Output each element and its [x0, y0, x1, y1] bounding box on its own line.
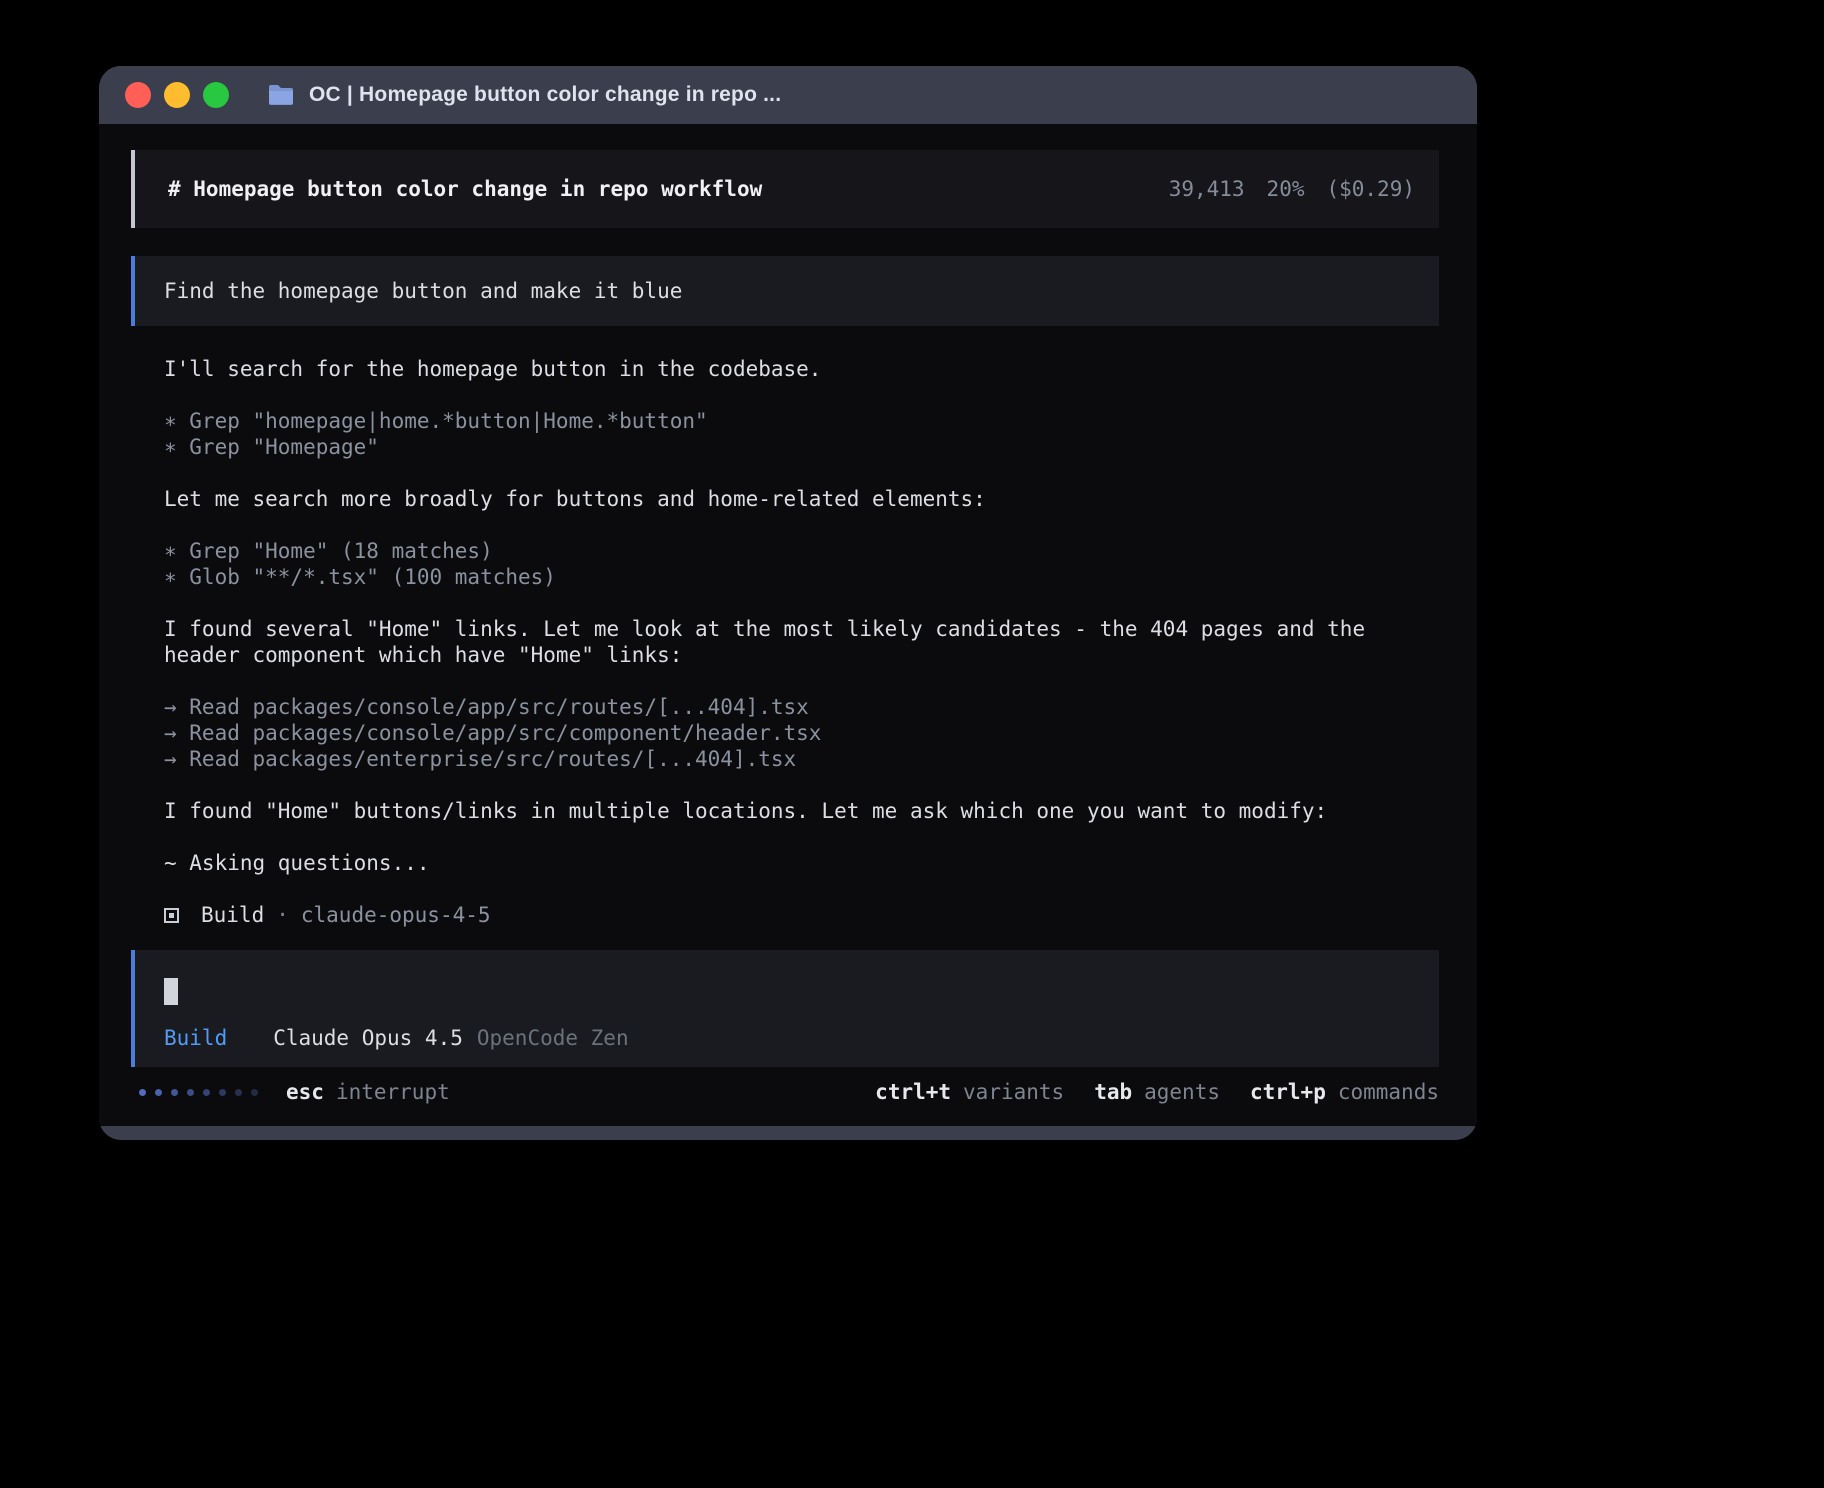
shortcut-agents: tabagents [1094, 1079, 1220, 1105]
esc-key-hint: esc [286, 1079, 324, 1105]
session-cost: ($0.29) [1326, 177, 1415, 201]
window-title: OC | Homepage button color change in rep… [309, 83, 781, 107]
transcript: I'll search for the homepage button in t… [164, 356, 1390, 928]
user-message: Find the homepage button and make it blu… [131, 256, 1439, 326]
assistant-paragraph: I'll search for the homepage button in t… [164, 356, 1390, 382]
titlebar[interactable]: OC | Homepage button color change in rep… [99, 66, 1477, 124]
agent-model: claude-opus-4-5 [301, 902, 491, 928]
text-cursor [164, 978, 178, 1005]
session-title: # Homepage button color change in repo w… [168, 176, 762, 202]
traffic-lights [125, 82, 229, 108]
agent-icon [164, 908, 179, 923]
status-bar: esc interrupt ctrl+tvariants tabagents c… [131, 1079, 1439, 1105]
context-percent: 20% [1267, 177, 1305, 201]
desktop: OC | Homepage button color change in rep… [0, 0, 1824, 1488]
terminal-body: # Homepage button color change in repo w… [99, 124, 1477, 1126]
assistant-paragraph: Let me search more broadly for buttons a… [164, 486, 1390, 512]
separator-dot: · [276, 902, 289, 928]
close-button[interactable] [125, 82, 151, 108]
folder-icon [267, 83, 295, 107]
esc-key-label: interrupt [336, 1079, 450, 1105]
provider-name: OpenCode Zen [477, 1026, 629, 1050]
mode-indicator[interactable]: Build [164, 1026, 227, 1050]
tool-call-glob: ∗ Glob "**/*.tsx" (100 matches) [164, 564, 1390, 590]
shortcut-commands: ctrl+pcommands [1250, 1079, 1439, 1105]
tool-call-read: → Read packages/enterprise/src/routes/[.… [164, 746, 1390, 772]
minimize-button[interactable] [164, 82, 190, 108]
model-name[interactable]: Claude Opus 4.5 [273, 1026, 463, 1050]
status-asking-questions: ~ Asking questions... [164, 850, 1390, 876]
tool-call-grep: ∗ Grep "Homepage" [164, 434, 1390, 460]
session-stats: 39,413 20% ($0.29) [1147, 176, 1415, 202]
tool-call-read: → Read packages/console/app/src/componen… [164, 720, 1390, 746]
tool-call-read: → Read packages/console/app/src/routes/[… [164, 694, 1390, 720]
shortcut-variants: ctrl+tvariants [875, 1079, 1064, 1105]
terminal-window: OC | Homepage button color change in rep… [99, 66, 1477, 1140]
assistant-paragraph: I found several "Home" links. Let me loo… [164, 616, 1390, 668]
session-header: # Homepage button color change in repo w… [131, 150, 1439, 228]
tool-call-grep: ∗ Grep "homepage|home.*button|Home.*butt… [164, 408, 1390, 434]
assistant-paragraph: I found "Home" buttons/links in multiple… [164, 798, 1390, 824]
prompt-input[interactable]: Build Claude Opus 4.5 OpenCode Zen [131, 950, 1439, 1067]
input-footer: Build Claude Opus 4.5 OpenCode Zen [164, 1025, 1415, 1051]
tool-call-grep: ∗ Grep "Home" (18 matches) [164, 538, 1390, 564]
zoom-button[interactable] [203, 82, 229, 108]
spinner-dots [139, 1089, 258, 1096]
user-message-text: Find the homepage button and make it blu… [164, 279, 682, 303]
token-count: 39,413 [1169, 177, 1245, 201]
agent-name: Build [201, 902, 264, 928]
agent-status-line: Build · claude-opus-4-5 [164, 902, 1390, 928]
